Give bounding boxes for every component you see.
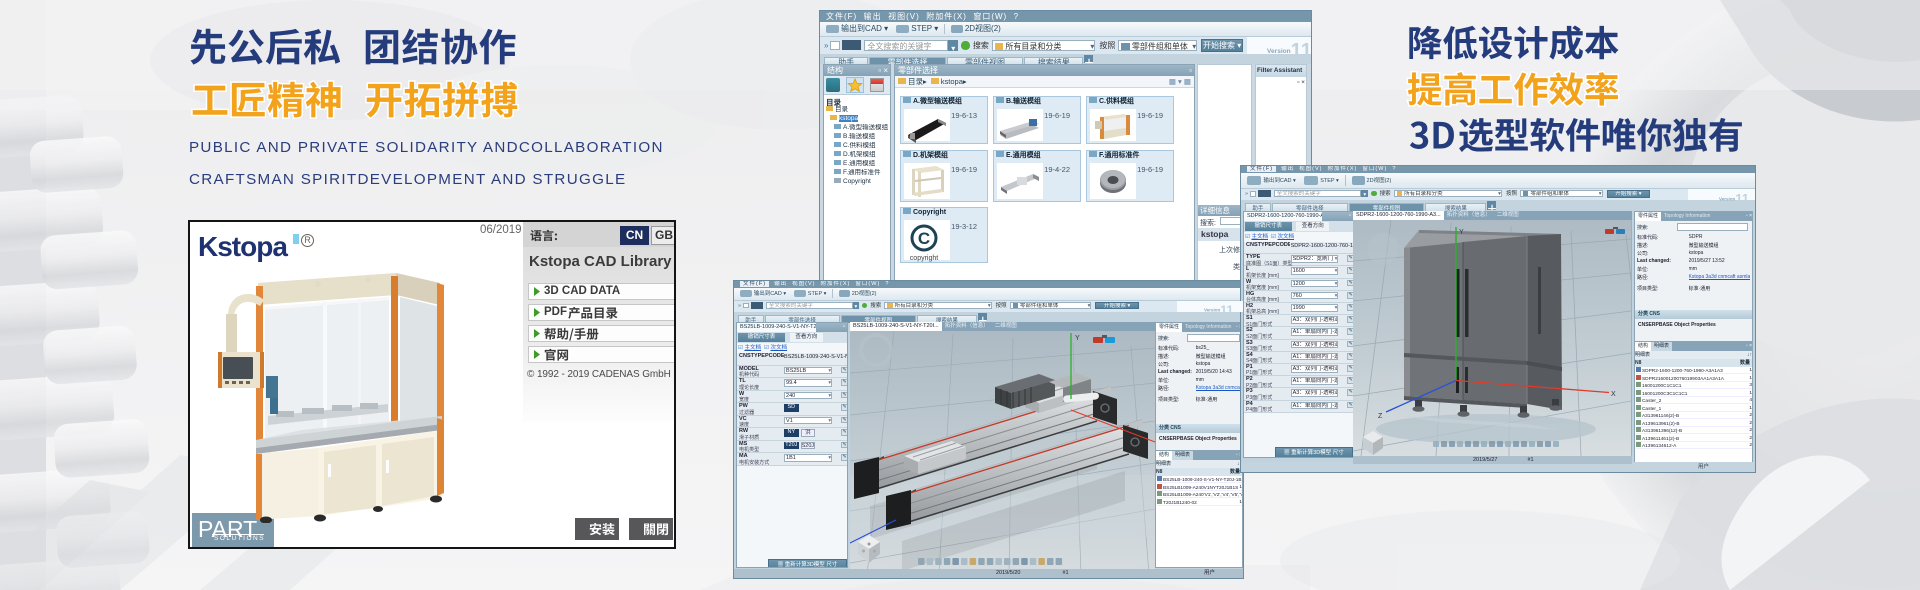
svg-text:C: C bbox=[918, 229, 930, 248]
svg-text:X: X bbox=[1611, 391, 1616, 398]
svg-text:Z: Z bbox=[1378, 413, 1383, 420]
svg-text:copyright: copyright bbox=[910, 255, 938, 262]
svg-text:Y: Y bbox=[1459, 229, 1464, 236]
svg-text:Y: Y bbox=[1075, 335, 1080, 342]
